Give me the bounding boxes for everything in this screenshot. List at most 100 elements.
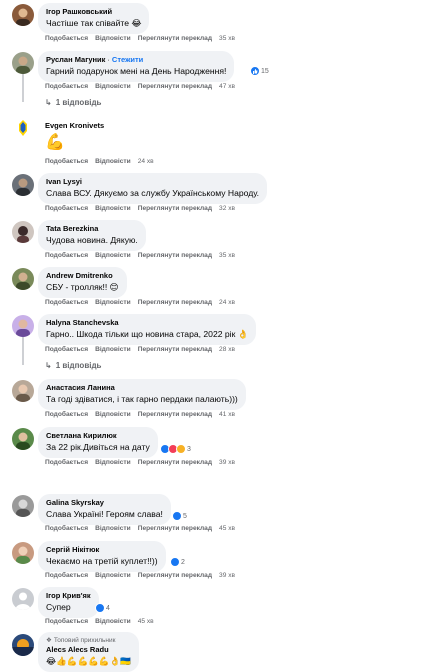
comment-author[interactable]: Анастасия Ланина: [46, 383, 238, 392]
avatar[interactable]: [12, 380, 34, 402]
comment-time[interactable]: 45 хв: [138, 618, 154, 625]
comment-time[interactable]: 45 хв: [219, 525, 235, 532]
translate-link[interactable]: Переглянути переклад: [138, 411, 212, 418]
translate-link[interactable]: Переглянути переклад: [138, 205, 212, 212]
like-link[interactable]: Подобається: [45, 299, 88, 306]
like-link[interactable]: Подобається: [45, 346, 88, 353]
reply-link[interactable]: Відповісти: [95, 459, 131, 466]
comment-actions: Подобається Відповісти Переглянути перек…: [45, 35, 235, 42]
translate-link[interactable]: Переглянути переклад: [138, 83, 212, 90]
avatar[interactable]: [12, 118, 34, 140]
reply-link[interactable]: Відповісти: [95, 35, 131, 42]
reply-link[interactable]: Відповісти: [95, 83, 131, 90]
avatar[interactable]: [12, 315, 34, 337]
like-link[interactable]: Подобається: [45, 411, 88, 418]
comment-bubble: Halyna Stanchevska Гарно.. Шкода тільки …: [38, 314, 257, 345]
comment-text: Частіше так співайте 😂: [46, 18, 142, 28]
like-link[interactable]: Подобається: [45, 158, 88, 165]
comment-text: Слава Україні! Героям слава!: [46, 509, 163, 519]
like-link[interactable]: Подобається: [45, 525, 88, 532]
comment-author[interactable]: Galina Skyrskay: [46, 498, 163, 507]
comment-text: Гарно.. Шкода тільки що новина стара, 20…: [46, 329, 249, 339]
reply-link[interactable]: Відповісти: [95, 205, 131, 212]
comment-time[interactable]: 47 хв: [219, 83, 235, 90]
like-link[interactable]: Подобається: [45, 35, 88, 42]
like-link[interactable]: Подобається: [45, 205, 88, 212]
comment-author[interactable]: Halyna Stanchevska: [46, 318, 248, 327]
avatar[interactable]: [12, 4, 34, 26]
comment-bubble: Ігор Крив'як Супер: [38, 587, 99, 618]
comment-author[interactable]: Tata Berezkina: [46, 224, 138, 233]
like-reaction-icon: [250, 66, 260, 76]
comment-author[interactable]: Руслан Магуник · Стежити: [46, 55, 226, 64]
avatar[interactable]: [12, 268, 34, 290]
like-reaction-icon: [95, 603, 105, 613]
like-link[interactable]: Подобається: [45, 572, 88, 579]
comment-bubble: Tata Berezkina Чудова новина. Дякую.: [38, 220, 146, 251]
avatar[interactable]: [12, 588, 34, 610]
comment-text: 💪: [45, 134, 65, 151]
comment-actions: Подобається Відповісти Переглянути перек…: [45, 252, 235, 259]
comment-actions: Подобається Відповісти 45 хв: [45, 618, 154, 625]
avatar[interactable]: [12, 428, 34, 450]
avatar[interactable]: [12, 174, 34, 196]
translate-link[interactable]: Переглянути переклад: [138, 35, 212, 42]
reply-link[interactable]: Відповісти: [95, 158, 131, 165]
haha-reaction-icon: [176, 444, 186, 454]
avatar[interactable]: [12, 634, 34, 656]
reaction-count[interactable]: 2: [170, 556, 185, 568]
like-link[interactable]: Подобається: [45, 83, 88, 90]
comment-time[interactable]: 41 хв: [219, 411, 235, 418]
like-link[interactable]: Подобається: [45, 459, 88, 466]
reaction-count[interactable]: 3: [160, 443, 191, 455]
comment-author[interactable]: Alecs Alecs Radu: [46, 645, 131, 654]
avatar[interactable]: [12, 542, 34, 564]
reply-link[interactable]: Відповісти: [95, 299, 131, 306]
avatar[interactable]: [12, 495, 34, 517]
translate-link[interactable]: Переглянути переклад: [138, 252, 212, 259]
like-reaction-icon: [172, 511, 182, 521]
comment-time[interactable]: 32 хв: [219, 205, 235, 212]
comment-time[interactable]: 24 хв: [138, 158, 154, 165]
reply-link[interactable]: Відповісти: [95, 572, 131, 579]
comment-author[interactable]: Сергій Нікітюк: [46, 545, 158, 554]
comment-time[interactable]: 39 хв: [219, 459, 235, 466]
translate-link[interactable]: Переглянути переклад: [138, 572, 212, 579]
like-link[interactable]: Подобається: [45, 618, 88, 625]
reply-link[interactable]: Відповісти: [95, 525, 131, 532]
reaction-count[interactable]: 15: [250, 65, 269, 77]
like-link[interactable]: Подобається: [45, 252, 88, 259]
reply-link[interactable]: Відповісти: [95, 411, 131, 418]
reaction-count[interactable]: 4: [95, 602, 110, 614]
comment-author[interactable]: Andrew Dmitrenko: [46, 271, 119, 280]
translate-link[interactable]: Переглянути переклад: [138, 346, 212, 353]
comment-author[interactable]: Ivan Lysyi: [46, 177, 259, 186]
follow-link[interactable]: Стежити: [112, 55, 143, 64]
translate-link[interactable]: Переглянути переклад: [138, 459, 212, 466]
comment-author[interactable]: Ігор Рашковський: [46, 7, 141, 16]
view-replies-link[interactable]: ↳ 1 відповідь: [45, 98, 101, 107]
reply-link[interactable]: Відповісти: [95, 252, 131, 259]
comment-bubble: Galina Skyrskay Слава Україні! Героям сл…: [38, 494, 171, 525]
avatar[interactable]: [12, 221, 34, 243]
reaction-count[interactable]: 5: [172, 510, 187, 522]
comment-time[interactable]: 35 хв: [219, 252, 235, 259]
comment-time[interactable]: 28 хв: [219, 346, 235, 353]
comment-time[interactable]: 39 хв: [219, 572, 235, 579]
comment-author[interactable]: Ігор Крив'як: [46, 591, 91, 600]
reply-arrow-icon: ↳: [45, 361, 52, 370]
comment-author[interactable]: Светлана Кирилюк: [46, 431, 150, 440]
comment-time[interactable]: 35 хв: [219, 35, 235, 42]
reply-link[interactable]: Відповісти: [95, 618, 131, 625]
comment-text: 😂👍💪💪💪💪👌🇺🇦: [46, 656, 131, 666]
comment-time[interactable]: 24 хв: [219, 299, 235, 306]
comment-actions: Подобається Відповісти Переглянути перек…: [45, 83, 235, 90]
view-replies-link[interactable]: ↳ 1 відповідь: [45, 361, 101, 370]
translate-link[interactable]: Переглянути переклад: [138, 299, 212, 306]
avatar[interactable]: [12, 52, 34, 74]
comment-actions: Подобається Відповісти Переглянути перек…: [45, 411, 235, 418]
reply-arrow-icon: ↳: [45, 98, 52, 107]
comment-author[interactable]: Evgen Kronivets: [45, 121, 104, 130]
translate-link[interactable]: Переглянути переклад: [138, 525, 212, 532]
reply-link[interactable]: Відповісти: [95, 346, 131, 353]
